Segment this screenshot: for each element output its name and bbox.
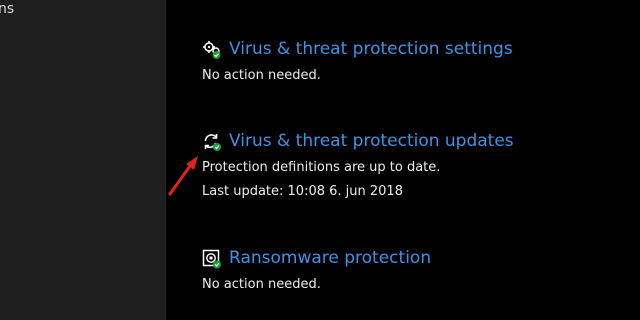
refresh-check-icon — [202, 132, 222, 152]
main-content: Virus & threat protection settings No ac… — [166, 0, 640, 320]
section-header: Virus & threat protection settings — [202, 38, 632, 64]
definitions-status-text: Protection definitions are up to date. — [202, 160, 441, 175]
ransomware-check-icon — [202, 249, 222, 269]
virus-threat-updates-link[interactable]: Virus & threat protection updates — [229, 129, 514, 153]
section-ransomware: Ransomware protection No action needed. — [202, 247, 632, 297]
section-header: Ransomware protection — [202, 247, 632, 273]
section-header: Virus & threat protection updates — [202, 130, 632, 156]
section-virus-threat-updates: Virus & threat protection updates Protec… — [202, 130, 632, 204]
status-text: No action needed. — [202, 68, 321, 83]
section-virus-threat-settings: Virus & threat protection settings No ac… — [202, 38, 632, 88]
ransomware-protection-link[interactable]: Ransomware protection — [229, 246, 431, 270]
sidebar-partial-label[interactable]: ns — [0, 0, 14, 18]
security-page: ns Virus & threat protection settings No… — [0, 0, 640, 320]
status-text: No action needed. — [202, 277, 321, 292]
gears-check-icon — [202, 40, 222, 60]
last-update-text: Last update: 10:08 6. jun 2018 — [202, 184, 403, 199]
left-sidebar: ns — [0, 0, 166, 320]
virus-threat-settings-link[interactable]: Virus & threat protection settings — [229, 37, 513, 61]
red-annotation-arrow — [168, 156, 198, 196]
